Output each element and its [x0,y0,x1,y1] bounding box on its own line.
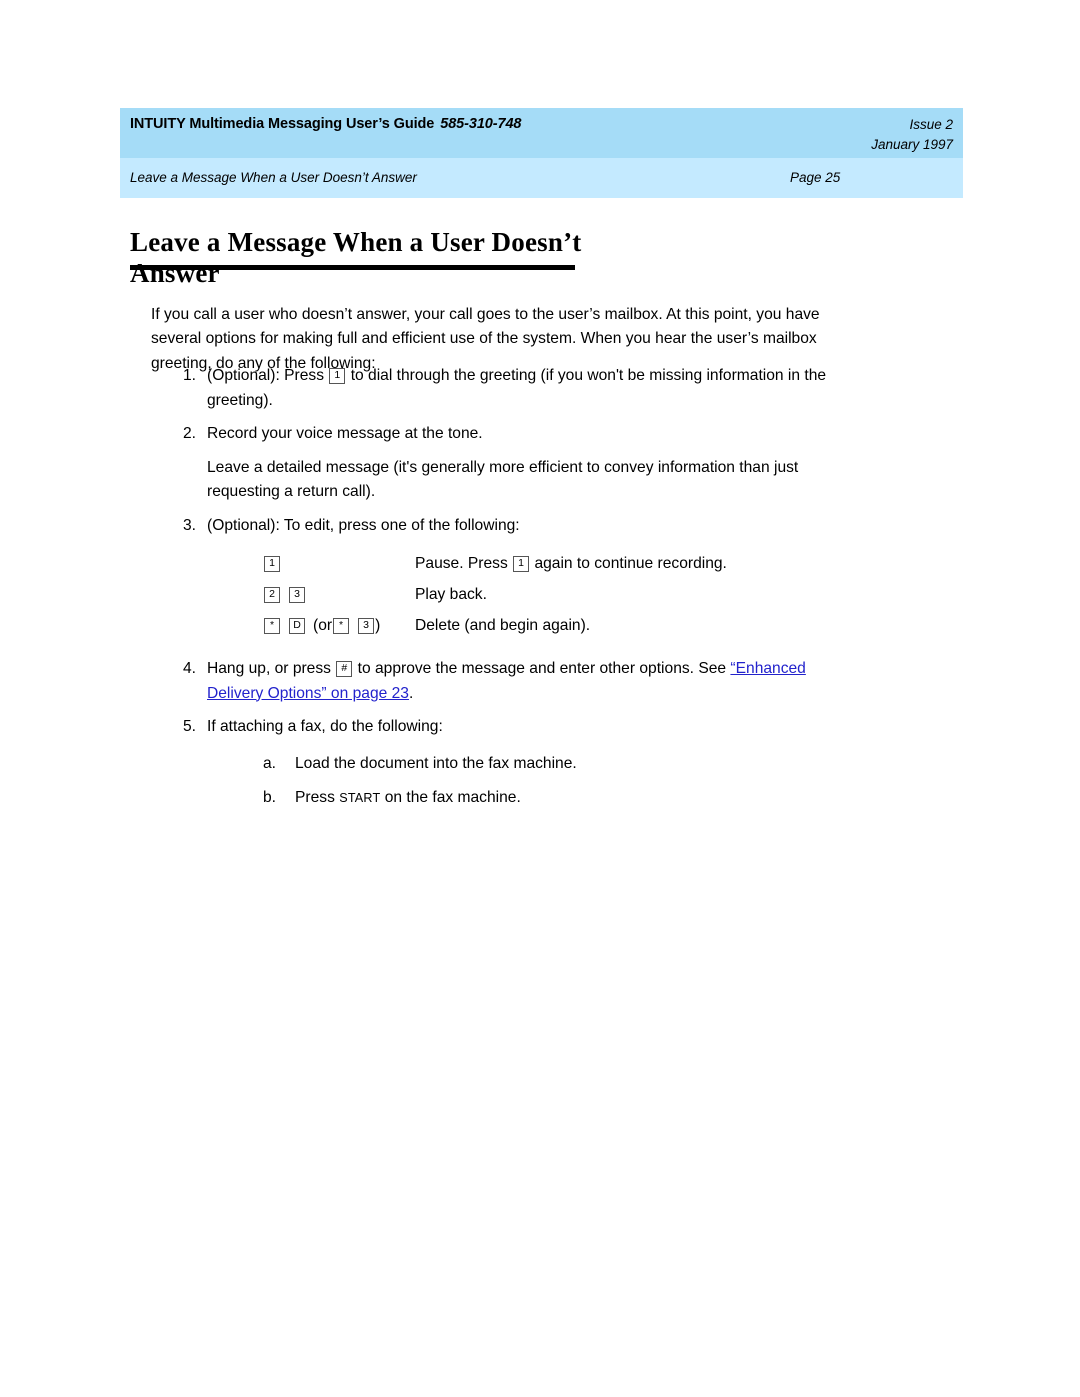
chapter-title: Leave a Message When a User Doesn’t Answ… [130,170,417,185]
list-marker: 2. [183,425,197,442]
key-sequence-delete: * D (or * 3) [263,614,380,639]
list-marker: b. [263,789,277,806]
key-1-icon: 1 [513,555,530,572]
title-rule [130,265,575,270]
issue-date: January 1997 [871,137,953,152]
procedure-list: 1. (Optional): Press 1 to dial through t… [151,364,866,821]
key-3-icon: 3 [289,586,305,603]
table-row: 23 Play back. [207,583,866,614]
list-item: 1. (Optional): Press 1 to dial through t… [151,364,866,413]
key-description-playback: Play back. [415,586,487,603]
delete-alt-open: (or [313,617,333,634]
key-1-icon: 1 [264,555,280,572]
key-star-icon: * [333,617,350,634]
key-d-icon: D [289,617,305,634]
key-description-pause: Pause. Press 1 again to continue recordi… [415,552,727,577]
page-title: Leave a Message When a User Doesn’t Answ… [130,227,582,289]
page-number: Page 25 [790,170,841,185]
list-marker: 3. [183,516,197,534]
issue-block: Issue 2 January 1997 [788,115,953,155]
guide-title: INTUITY Multimedia Messaging User’s Guid… [130,116,521,132]
key-sequence-pause: 1 [263,552,281,577]
step-4-text-b: to approve the message and enter other o… [357,660,727,677]
list-marker: 5. [183,718,197,735]
pause-text-b: again to continue recording. [534,555,727,572]
list-item: 4. Hang up, or press # to approve the me… [151,657,866,706]
key-1-icon: 1 [329,367,346,384]
list-item: 3. (Optional): To edit, press one of the… [151,514,866,539]
step-2-text: Record your voice message at the tone. [207,425,483,442]
list-marker: a. [263,754,277,772]
step-4-period: . [408,684,414,702]
step-5a-text: Load the document into the fax machine. [295,754,577,772]
key-star-icon: * [264,617,280,634]
key-options-table: 1 Pause. Press 1 again to continue recor… [151,552,866,645]
table-row: 1 Pause. Press 1 again to continue recor… [207,552,866,583]
header-band-top: INTUITY Multimedia Messaging User’s Guid… [120,108,963,158]
pause-text-a: Pause. Press [415,555,508,572]
key-2-icon: 2 [264,586,280,603]
header-band-bottom: Leave a Message When a User Doesn’t Answ… [120,158,963,198]
list-marker: 4. [183,660,197,677]
step-3-text: (Optional): To edit, press one of the fo… [207,516,520,534]
key-3-icon: 3 [358,617,375,634]
delete-alt-close: ) [375,617,381,634]
table-row: * D (or * 3) Delete (and begin again). [207,614,866,645]
document-page: INTUITY Multimedia Messaging User’s Guid… [0,0,1080,1397]
step-5-text: If attaching a fax, do the following: [207,718,443,735]
step-5b-text-a: Press [295,789,335,806]
fax-sub-list: a. Load the document into the fax machin… [207,752,866,811]
step-1-text-a: (Optional): Press [207,367,324,384]
step-4-text-a: Hang up, or press [207,660,331,677]
step-5b-text-b: on the fax machine. [384,789,521,806]
step-2-continuation-text: Leave a detailed message (it's generally… [207,458,799,501]
issue-label: Issue 2 [909,117,953,132]
list-item: 2. Record your voice message at the tone… [151,422,866,447]
step-2-continuation: Leave a detailed message (it's generally… [151,456,866,505]
list-marker: 1. [183,367,197,384]
key-pound-icon: # [336,660,353,677]
document-number: 585-310-748 [440,116,522,132]
key-sequence-playback: 23 [263,583,306,608]
list-item: 5. If attaching a fax, do the following:… [151,715,866,811]
start-button-label: START [339,791,381,805]
list-item: b. Press START on the fax machine. [263,786,866,811]
list-item: a. Load the document into the fax machin… [263,752,866,777]
guide-title-text: INTUITY Multimedia Messaging User’s Guid… [130,116,435,132]
key-description-delete: Delete (and begin again). [415,617,591,634]
